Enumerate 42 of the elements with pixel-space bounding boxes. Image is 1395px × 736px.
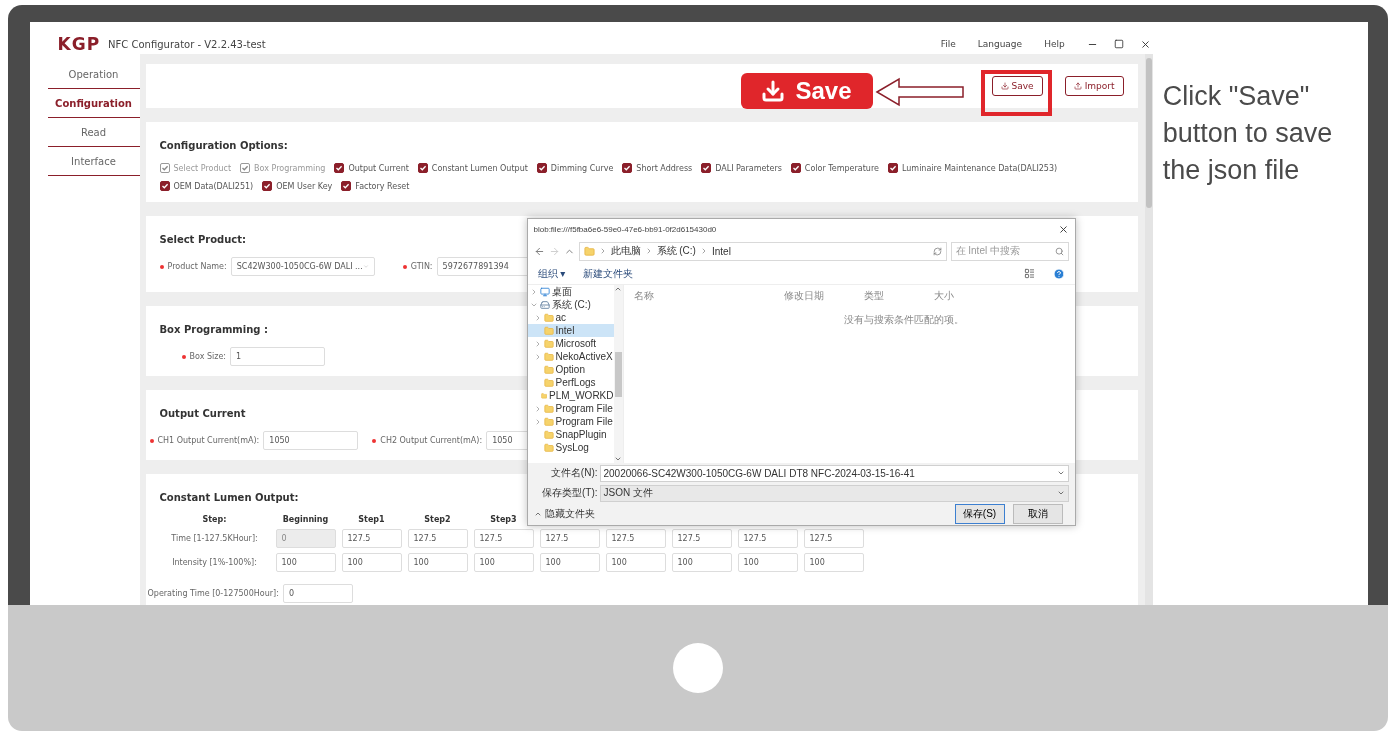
row-label: Time [1-127.5KHour]: [170,534,259,543]
column-header: Step2 [423,515,452,524]
field-label: Product Name: [167,262,227,271]
option-label: Luminaire Maintenance Data(DALI253) [901,163,1058,173]
option-label: Select Product [173,163,232,173]
option-label: OEM User Key [276,181,333,191]
option-label: Short Address [636,163,693,173]
column-header: 名称 [633,289,655,303]
field-label: Box Size: [189,352,227,361]
option-label: DALI Parameters [715,163,782,173]
field-label: CH2 Output Current(mA): [380,436,483,445]
section-title: Output Current [159,408,246,419]
row-label: Intensity [1%-100%]: [171,558,258,567]
column-header: Step3 [489,515,518,524]
column-header: Beginning [281,515,330,524]
option-label: Color Temperature [804,163,879,173]
window-title: NFC Configurator - V2.2.43-test [108,38,267,50]
save-callout: Save [740,73,873,109]
app-logo: KGP [57,34,101,54]
field-label: Operating Time [0-127500Hour]: [147,589,279,598]
column-header: 大小 [933,289,955,303]
field-label: CH1 Output Current(mA): [157,436,260,445]
option-label: Output Current [348,163,409,173]
dialog-title: blob:file:///f5fba6e6-59e0-47e6-bb91-0f2d615430d0 [533,224,718,234]
field-label: 文件名(N): [549,466,599,480]
instruction-text: Click "Save" button to save the json file [1162,80,1334,187]
section-title: Configuration Options: [159,140,288,151]
option-label: Dimming Curve [550,163,614,173]
section-title: Select Product: [159,234,246,245]
field-label: GTIN: [410,262,433,271]
option-label: OEM Data(DALI251) [173,181,254,191]
field-label: 保存类型(T): [540,486,599,500]
column-header: 类型 [863,289,885,303]
column-header: 修改日期 [783,289,825,303]
section-title: Constant Lumen Output: [159,492,299,503]
option-label: Constant Lumen Output [431,163,528,173]
section-title: Box Programming : [159,324,268,335]
option-label: Box Programming [254,163,326,173]
option-label: Factory Reset [355,181,410,191]
empty-message: 没有与搜索条件匹配的项。 [844,313,964,327]
column-header: Step1 [357,515,386,524]
column-header: Step: [201,515,228,524]
